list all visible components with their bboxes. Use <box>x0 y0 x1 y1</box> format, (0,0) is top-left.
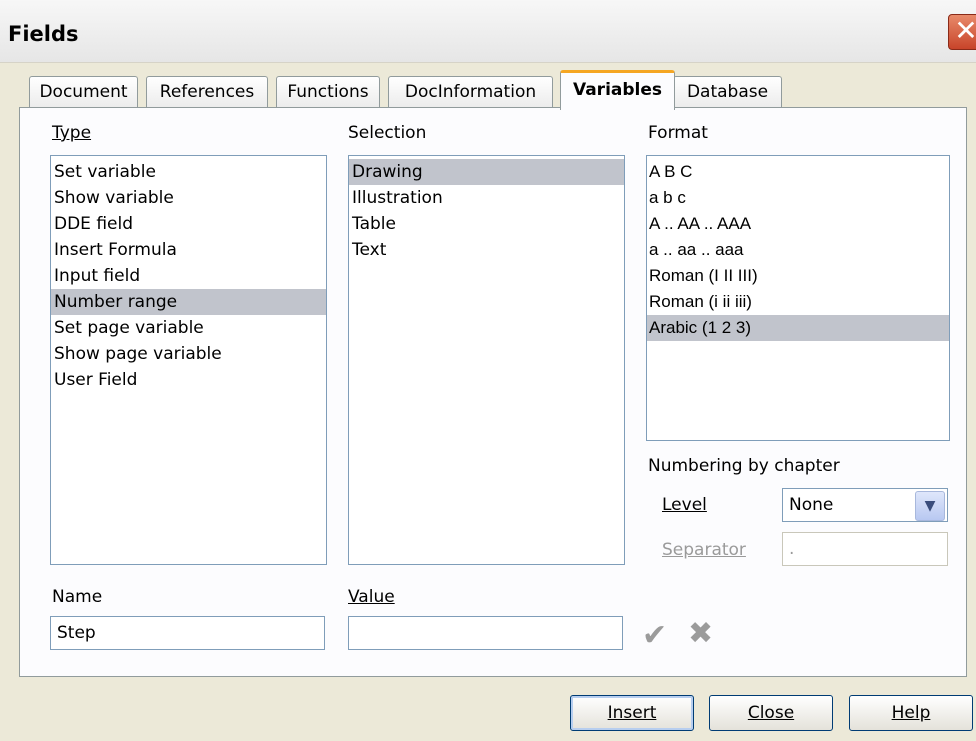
tab-references[interactable]: References <box>146 76 268 107</box>
title-bar: Fields ✕ <box>0 0 976 63</box>
tab-docinformation[interactable]: DocInformation <box>388 76 553 107</box>
type-label: Type <box>52 123 92 143</box>
tab-functions[interactable]: Functions <box>276 76 380 107</box>
help-button[interactable]: Help <box>849 695 973 731</box>
checkmark-icon[interactable]: ✔ <box>642 618 667 653</box>
list-item[interactable]: Roman (i ii iii) <box>647 289 949 315</box>
value-field[interactable] <box>348 616 623 650</box>
selection-label: Selection <box>348 123 427 143</box>
list-item[interactable]: Insert Formula <box>51 237 326 263</box>
name-field[interactable]: Step <box>50 616 325 650</box>
tab-document[interactable]: Document <box>29 76 138 107</box>
list-item[interactable]: Set variable <box>51 159 326 185</box>
list-item[interactable]: A .. AA .. AAA <box>647 211 949 237</box>
list-item[interactable]: DDE field <box>51 211 326 237</box>
list-item[interactable]: Table <box>349 211 624 237</box>
list-item-selected[interactable]: Number range <box>51 289 326 315</box>
tab-strip: Document References Functions DocInforma… <box>0 70 976 110</box>
list-item[interactable]: Roman (I II III) <box>647 263 949 289</box>
type-list[interactable]: Set variable Show variable DDE field Ins… <box>50 155 327 565</box>
level-select[interactable]: None ▼ <box>782 488 948 522</box>
separator-label: Separator <box>662 540 746 560</box>
list-item[interactable]: Set page variable <box>51 315 326 341</box>
chevron-down-icon[interactable]: ▼ <box>915 491 945 521</box>
list-item[interactable]: A B C <box>647 159 949 185</box>
window-title: Fields <box>8 22 79 46</box>
list-item[interactable]: Input field <box>51 263 326 289</box>
tab-variables[interactable]: Variables <box>560 70 675 110</box>
list-item[interactable]: a b c <box>647 185 949 211</box>
numbering-by-chapter-label: Numbering by chapter <box>648 456 840 476</box>
close-icon[interactable]: ✕ <box>948 14 976 50</box>
format-list[interactable]: A B C a b c A .. AA .. AAA a .. aa .. aa… <box>646 155 950 441</box>
insert-button[interactable]: Insert <box>570 695 694 731</box>
list-item[interactable]: Show variable <box>51 185 326 211</box>
level-value: None <box>789 495 834 515</box>
list-item[interactable]: a .. aa .. aaa <box>647 237 949 263</box>
separator-field: . <box>782 532 948 566</box>
list-item-selected[interactable]: Arabic (1 2 3) <box>647 315 949 341</box>
x-icon[interactable]: ✖ <box>688 616 713 651</box>
value-label: Value <box>348 587 395 607</box>
close-button[interactable]: Close <box>709 695 833 731</box>
selection-list[interactable]: Drawing Illustration Table Text <box>348 155 625 565</box>
list-item[interactable]: Show page variable <box>51 341 326 367</box>
list-item[interactable]: Text <box>349 237 624 263</box>
format-label: Format <box>648 123 708 143</box>
list-item[interactable]: User Field <box>51 367 326 393</box>
level-label: Level <box>662 495 707 515</box>
name-label: Name <box>52 587 103 607</box>
tab-database[interactable]: Database <box>673 76 782 107</box>
list-item-selected[interactable]: Drawing <box>349 159 624 185</box>
list-item[interactable]: Illustration <box>349 185 624 211</box>
